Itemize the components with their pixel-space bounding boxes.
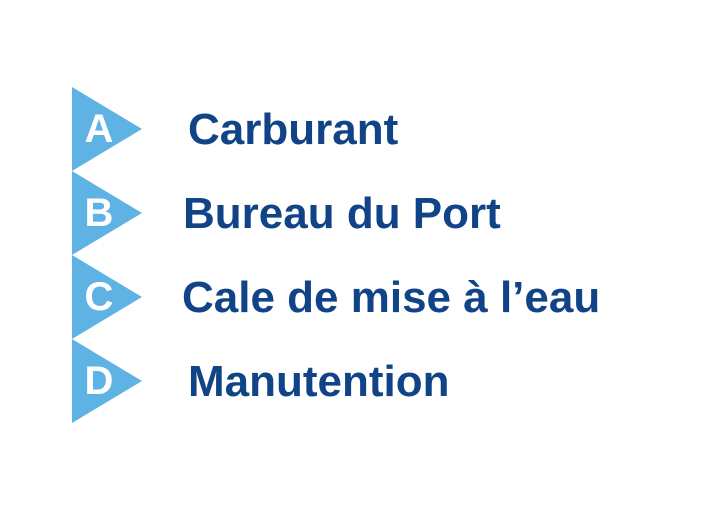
- legend-label-carburant: Carburant: [188, 105, 399, 154]
- marker-d: D: [72, 339, 142, 423]
- marker-b: B: [72, 171, 142, 255]
- marker-letter-d: D: [84, 359, 114, 403]
- marker-letter-c: C: [84, 275, 114, 319]
- legend-label-cale-de-mise-a-leau: Cale de mise à l’eau: [182, 273, 601, 322]
- marker-letter-b: B: [84, 191, 114, 235]
- marker-c: C: [72, 255, 142, 339]
- marker-a: A: [72, 87, 142, 171]
- legend: A Carburant B Bureau du Port C Cale de m…: [0, 0, 727, 524]
- marker-letter-a: A: [84, 107, 114, 151]
- legend-label-bureau-du-port: Bureau du Port: [183, 189, 501, 238]
- legend-label-manutention: Manutention: [188, 357, 450, 406]
